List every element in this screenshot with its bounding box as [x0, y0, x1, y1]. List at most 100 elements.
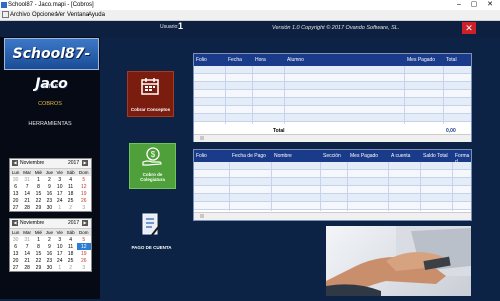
- table-row[interactable]: [194, 98, 471, 106]
- calendar-day[interactable]: 4: [65, 236, 77, 243]
- calendar-day[interactable]: 16: [44, 190, 55, 197]
- table-row[interactable]: [194, 202, 471, 210]
- close-icon[interactable]: ✕: [462, 22, 476, 34]
- menu-archivo[interactable]: Archivo: [2, 10, 30, 20]
- calendar-day[interactable]: 11: [65, 243, 77, 250]
- calendar-day[interactable]: 9: [44, 243, 55, 250]
- pago-cuenta-button[interactable]: PAGO DE CUENTA: [129, 212, 174, 256]
- calendar-day[interactable]: 10: [55, 243, 65, 250]
- calendar-day[interactable]: 28: [21, 204, 33, 211]
- calendar-day[interactable]: 5: [77, 176, 91, 183]
- calendar-day[interactable]: 20: [10, 197, 21, 204]
- calendar-day[interactable]: 2: [44, 236, 55, 243]
- table-row[interactable]: [194, 82, 471, 90]
- calendar-day[interactable]: 7: [21, 183, 33, 190]
- calendar-day[interactable]: 3: [55, 176, 65, 183]
- next-month-icon[interactable]: ▶: [82, 220, 88, 226]
- calendar-day[interactable]: 28: [21, 264, 33, 271]
- calendar-day[interactable]: 2: [65, 264, 77, 271]
- calendar-day[interactable]: 26: [77, 197, 91, 204]
- calendar-1[interactable]: ◀ Noviembre 2017 ▶ Lun Mar Mié Jue Vie S…: [9, 158, 92, 212]
- maximize-button[interactable]: ▢: [467, 0, 481, 10]
- calendar-day[interactable]: 30: [10, 236, 21, 243]
- next-month-icon[interactable]: ▶: [82, 160, 88, 166]
- calendar-day[interactable]: 6: [10, 243, 21, 250]
- prev-month-icon[interactable]: ◀: [12, 160, 18, 166]
- table-row[interactable]: [194, 114, 471, 122]
- menu-ayuda[interactable]: Ayuda: [88, 10, 105, 20]
- calendar-day[interactable]: 17: [55, 250, 65, 257]
- table-row[interactable]: [194, 162, 471, 170]
- calendar-day[interactable]: 5: [77, 236, 91, 243]
- calendar-day[interactable]: 21: [21, 197, 33, 204]
- table-row[interactable]: [194, 194, 471, 202]
- menu-opciones[interactable]: Opciones: [32, 10, 57, 20]
- calendar-day[interactable]: 26: [77, 257, 91, 264]
- table-row[interactable]: [194, 74, 471, 82]
- horizontal-scrollbar[interactable]: [194, 212, 471, 220]
- prev-month-icon[interactable]: ◀: [12, 220, 18, 226]
- calendar-day[interactable]: 24: [55, 257, 65, 264]
- calendar-day[interactable]: 27: [10, 204, 21, 211]
- calendar-day[interactable]: 1: [55, 204, 65, 211]
- cobrar-conceptos-button[interactable]: Cobrar Conceptos: [127, 71, 174, 117]
- calendar-day-today[interactable]: 12: [76, 243, 91, 250]
- sidebar-item-altas[interactable]: ALTAS: [0, 84, 100, 90]
- calendar-day[interactable]: 23: [44, 257, 55, 264]
- window-close-button[interactable]: ✕: [483, 0, 497, 10]
- calendar-day[interactable]: 30: [10, 176, 21, 183]
- calendar-day[interactable]: 2: [65, 204, 77, 211]
- calendar-day[interactable]: 3: [77, 204, 91, 211]
- table-row[interactable]: [194, 186, 471, 194]
- calendar-day[interactable]: 1: [33, 236, 44, 243]
- calendar-day[interactable]: 29: [33, 264, 44, 271]
- calendar-day[interactable]: 8: [33, 243, 44, 250]
- calendar-day[interactable]: 13: [10, 190, 21, 197]
- scroll-thumb[interactable]: [200, 214, 204, 218]
- calendar-day[interactable]: 20: [10, 257, 21, 264]
- calendar-day[interactable]: 6: [10, 183, 21, 190]
- table-row[interactable]: [194, 66, 471, 74]
- calendar-day[interactable]: 4: [65, 176, 77, 183]
- calendar-day[interactable]: 8: [33, 183, 44, 190]
- calendar-day[interactable]: 19: [77, 250, 91, 257]
- calendar-day[interactable]: 16: [44, 250, 55, 257]
- table-row[interactable]: [194, 178, 471, 186]
- calendar-day[interactable]: 30: [44, 264, 55, 271]
- calendar-day[interactable]: 14: [21, 250, 33, 257]
- calendar-day[interactable]: 1: [55, 264, 65, 271]
- colegiaturas-table[interactable]: Folio Fecha de Pago Nombre Sección Mes P…: [193, 149, 472, 221]
- calendar-day[interactable]: 13: [10, 250, 21, 257]
- calendar-day[interactable]: 22: [33, 197, 44, 204]
- calendar-day[interactable]: 11: [65, 183, 77, 190]
- calendar-day[interactable]: 25: [65, 257, 77, 264]
- calendar-day[interactable]: 7: [21, 243, 33, 250]
- calendar-day[interactable]: 3: [77, 264, 91, 271]
- calendar-day[interactable]: 1: [33, 176, 44, 183]
- calendar-day[interactable]: 9: [44, 183, 55, 190]
- calendar-day[interactable]: 21: [21, 257, 33, 264]
- calendar-day[interactable]: 18: [65, 250, 77, 257]
- calendar-day[interactable]: 3: [55, 236, 65, 243]
- calendar-day[interactable]: 10: [55, 183, 65, 190]
- calendar-day[interactable]: 14: [21, 190, 33, 197]
- calendar-day[interactable]: 30: [44, 204, 55, 211]
- cobros-table[interactable]: Folio Fecha Hora Alumno Mes Pagado Total…: [193, 53, 472, 142]
- sidebar-item-cobros[interactable]: COBROS: [0, 101, 100, 107]
- menu-ventana[interactable]: Ventana: [67, 10, 89, 20]
- calendar-day[interactable]: 31: [21, 176, 33, 183]
- calendar-day[interactable]: 31: [21, 236, 33, 243]
- calendar-day[interactable]: 17: [55, 190, 65, 197]
- calendar-day[interactable]: 15: [33, 250, 44, 257]
- menu-ver[interactable]: Ver: [56, 10, 65, 20]
- horizontal-scrollbar[interactable]: [194, 134, 471, 142]
- calendar-2[interactable]: ◀ Noviembre 2017 ▶ Lun Mar Mié Jue Vie S…: [9, 218, 92, 272]
- table-row[interactable]: [194, 170, 471, 178]
- table-row[interactable]: [194, 90, 471, 98]
- calendar-day[interactable]: 22: [33, 257, 44, 264]
- calendar-day[interactable]: 15: [33, 190, 44, 197]
- calendar-day[interactable]: 27: [10, 264, 21, 271]
- calendar-day[interactable]: 23: [44, 197, 55, 204]
- calendar-day[interactable]: 18: [65, 190, 77, 197]
- calendar-day[interactable]: 19: [77, 190, 91, 197]
